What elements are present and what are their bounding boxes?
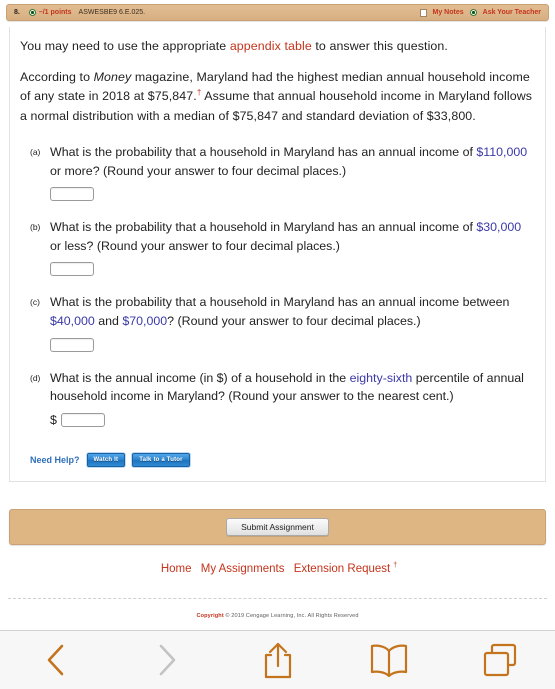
part-body-c: What is the probability that a household… xyxy=(50,293,535,352)
part-a-text-after: or more? (Round your answer to four deci… xyxy=(50,163,347,178)
part-d-value: eighty-sixth xyxy=(349,370,413,385)
question-header-bar: 8. –/1 points ASWESBE9 6.E.025. My Notes… xyxy=(6,4,549,21)
points-label: –/1 points xyxy=(38,9,72,16)
back-button[interactable] xyxy=(0,631,111,689)
problem-statement: According to Money magazine, Maryland ha… xyxy=(20,68,535,126)
question-code: ASWESBE9 6.E.025. xyxy=(78,9,146,16)
need-help-row: Need Help? Watch It Talk to a Tutor xyxy=(20,452,535,467)
part-a-value: $110,000 xyxy=(476,145,528,159)
appendix-table-link[interactable]: appendix table xyxy=(230,39,312,53)
part-d-answer-input[interactable] xyxy=(60,412,105,427)
appendix-text-before: You may need to use the appropriate xyxy=(20,39,230,53)
back-icon xyxy=(45,643,67,677)
part-body-d: What is the annual income (in $) of a ho… xyxy=(50,369,535,427)
question-part-a: (a) What is the probability that a house… xyxy=(20,143,535,202)
footer-links: Home My Assignments Extension Request † xyxy=(0,562,555,575)
tabs-icon xyxy=(481,641,519,679)
part-a-text-before: What is the probability that a household… xyxy=(50,145,477,159)
browser-toolbar xyxy=(0,630,555,689)
talk-to-a-tutor-button[interactable]: Talk to a Tutor xyxy=(132,452,190,467)
ask-teacher-dot-icon xyxy=(469,9,477,16)
share-icon xyxy=(261,640,295,680)
part-c-text: What is the probability that a household… xyxy=(50,293,535,330)
need-help-label: Need Help? xyxy=(30,454,80,465)
extension-dagger-icon: † xyxy=(393,561,398,569)
share-button[interactable] xyxy=(222,631,333,689)
submit-assignment-button[interactable]: Submit Assignment xyxy=(226,517,329,536)
part-a-answer-row xyxy=(50,187,535,202)
part-c-value-high: $70,000 xyxy=(122,314,168,329)
part-b-answer-row xyxy=(50,262,535,277)
appendix-instruction: You may need to use the appropriate appe… xyxy=(20,37,535,56)
question-part-c: (c) What is the probability that a house… xyxy=(20,293,535,352)
copyright-notice: Copyright © 2019 Cengage Learning, Inc. … xyxy=(0,613,555,619)
note-page-icon xyxy=(419,8,427,17)
page-root: 8. –/1 points ASWESBE9 6.E.025. My Notes… xyxy=(0,0,555,689)
status-dot-icon xyxy=(28,9,36,16)
points-group: –/1 points xyxy=(28,9,72,16)
home-link[interactable]: Home xyxy=(161,563,192,575)
header-actions: My Notes Ask Your Teacher xyxy=(419,8,541,17)
part-label-b: (b) xyxy=(30,222,41,233)
part-a-text: What is the probability that a household… xyxy=(50,143,535,180)
part-d-answer-row: $ xyxy=(50,412,535,427)
dollar-sign-prefix: $ xyxy=(50,412,57,427)
part-d-text: What is the annual income (in $) of a ho… xyxy=(50,369,535,406)
part-c-value-low: $40,000 xyxy=(50,314,95,329)
part-b-value: $30,000 xyxy=(476,220,522,235)
part-label-c: (c) xyxy=(30,297,40,308)
question-number: 8. xyxy=(14,9,20,16)
part-b-text: What is the probability that a household… xyxy=(50,218,535,255)
part-b-text-after: or less? (Round your answer to four deci… xyxy=(50,238,340,253)
watch-it-button[interactable]: Watch It xyxy=(86,452,126,467)
my-notes-link[interactable]: My Notes xyxy=(433,9,464,16)
forward-button xyxy=(111,631,222,689)
question-part-d: (d) What is the annual income (in $) of … xyxy=(20,369,535,427)
part-c-answer-row xyxy=(50,337,535,352)
submit-assignment-bar: Submit Assignment xyxy=(9,508,546,545)
appendix-text-after: to answer this question. xyxy=(311,39,448,53)
part-b-text-before: What is the probability that a household… xyxy=(50,220,477,235)
forward-icon xyxy=(156,643,178,677)
copyright-word: Copyright xyxy=(196,612,224,619)
bookmarks-button[interactable] xyxy=(333,631,444,689)
part-c-answer-input[interactable] xyxy=(50,337,94,352)
question-card: You may need to use the appropriate appe… xyxy=(9,27,546,482)
part-c-text-after: ? (Round your answer to four decimal pla… xyxy=(167,314,421,329)
bookmarks-icon xyxy=(369,642,409,678)
part-d-text-before: What is the annual income (in $) of a ho… xyxy=(50,370,350,385)
page-divider xyxy=(8,598,547,599)
part-body-a: What is the probability that a household… xyxy=(50,143,535,202)
part-a-answer-input[interactable] xyxy=(50,187,94,202)
my-assignments-link[interactable]: My Assignments xyxy=(201,563,285,575)
part-body-b: What is the probability that a household… xyxy=(50,218,535,277)
part-b-answer-input[interactable] xyxy=(50,262,94,277)
web-content-area: 8. –/1 points ASWESBE9 6.E.025. My Notes… xyxy=(0,0,555,630)
magazine-name: Money xyxy=(93,70,132,85)
part-label-d: (d) xyxy=(30,372,41,383)
part-label-a: (a) xyxy=(30,147,41,157)
extension-request-link[interactable]: Extension Request xyxy=(294,563,391,575)
copyright-text: © 2019 Cengage Learning, Inc. All Rights… xyxy=(223,612,359,619)
part-c-text-middle: and xyxy=(94,314,123,329)
question-part-b: (b) What is the probability that a house… xyxy=(20,218,535,277)
statement-part1: According to xyxy=(20,70,94,85)
ask-your-teacher-link[interactable]: Ask Your Teacher xyxy=(483,9,541,16)
tabs-button[interactable] xyxy=(444,631,555,689)
part-c-text-before: What is the probability that a household… xyxy=(50,295,510,310)
